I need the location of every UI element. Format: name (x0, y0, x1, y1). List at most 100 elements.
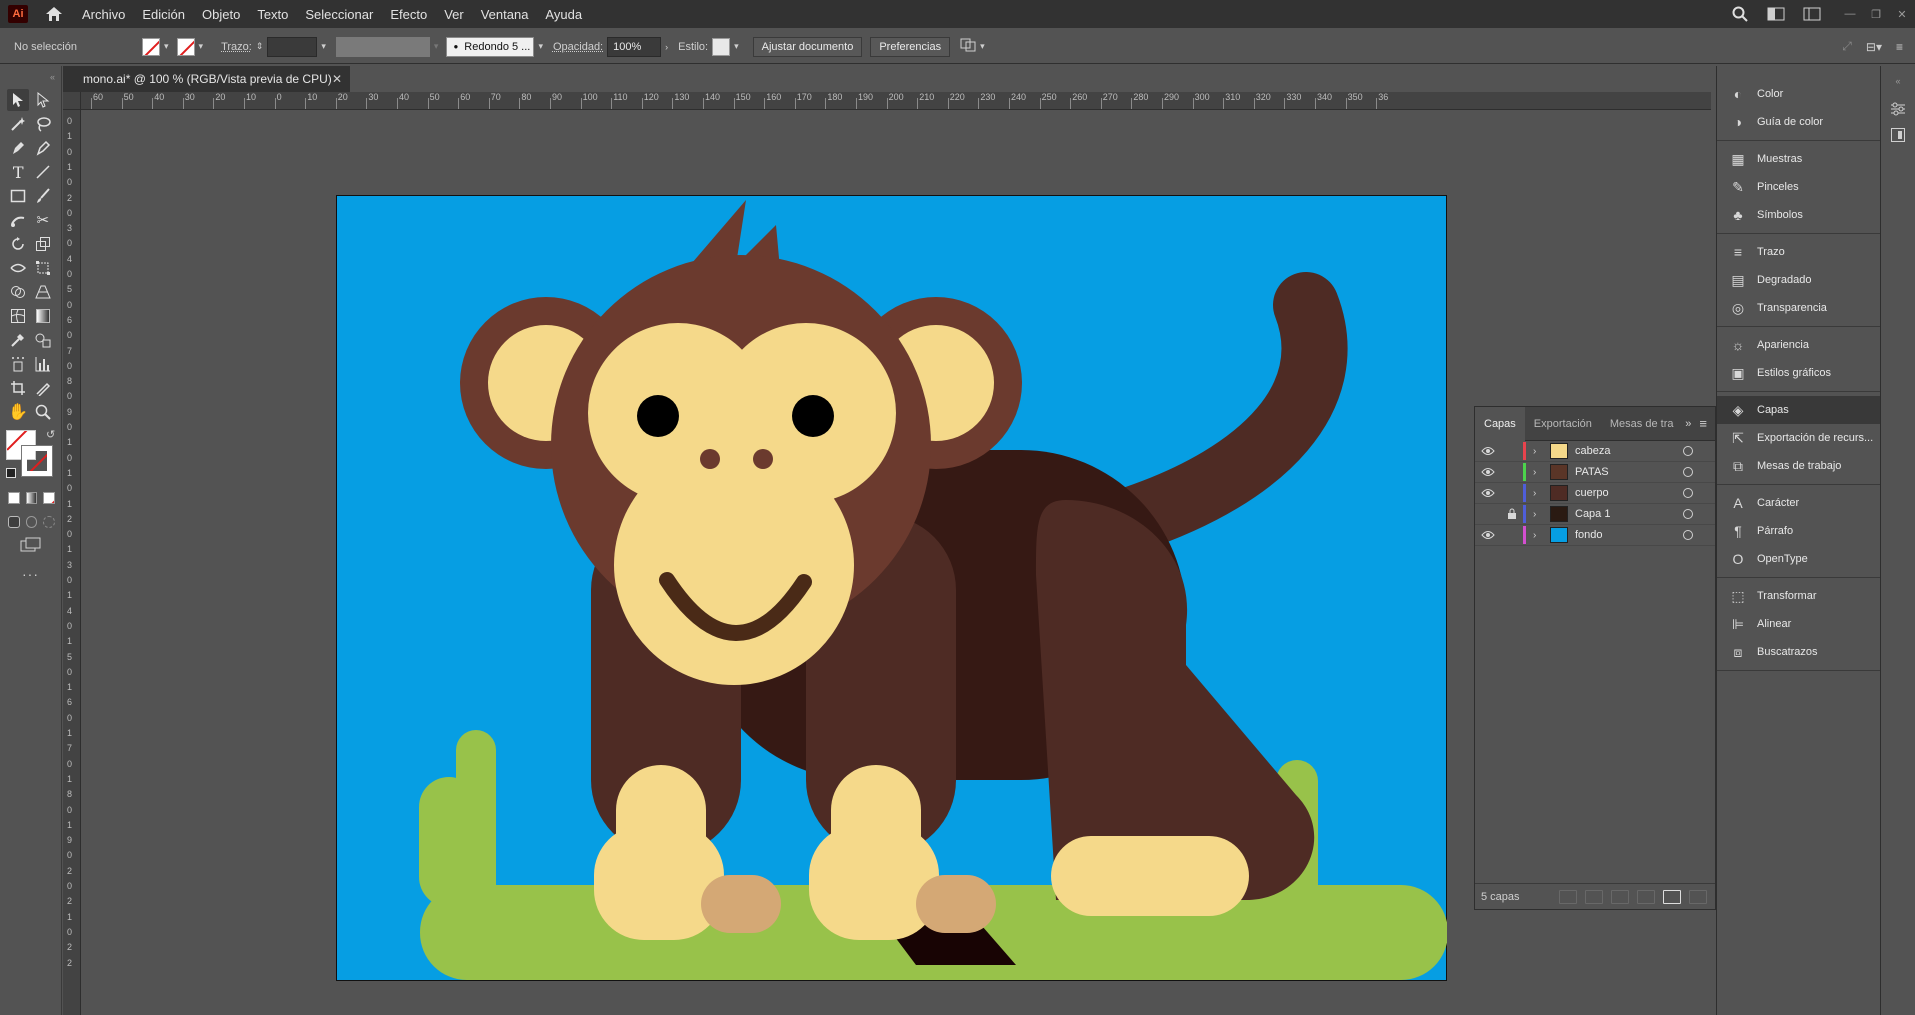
dock-item-layers[interactable]: ◈ Capas (1717, 396, 1880, 424)
layer-name[interactable]: fondo (1575, 529, 1683, 541)
curvature-tool-icon[interactable] (32, 137, 54, 159)
dock-item-align[interactable]: ⊫ Alinear (1717, 610, 1880, 638)
dock-item-character[interactable]: A Carácter (1717, 489, 1880, 517)
panel-expand-icon[interactable]: » (1685, 418, 1691, 430)
layer-row-cabeza[interactable]: › cabeza (1475, 441, 1715, 462)
layer-row-capa-1[interactable]: › Capa 1 (1475, 504, 1715, 525)
fit-document-button[interactable]: Ajustar documento (752, 36, 863, 57)
collapse-dock-icon[interactable]: « (1881, 66, 1915, 96)
paintbrush-tool-icon[interactable] (32, 185, 54, 207)
fill-swatch[interactable] (142, 37, 160, 56)
export-icon[interactable] (1559, 889, 1577, 904)
artboard[interactable] (336, 195, 1448, 981)
draw-inside-icon[interactable] (43, 516, 56, 528)
rotate-tool-icon[interactable] (7, 233, 29, 255)
menu-item-objeto[interactable]: Objeto (202, 7, 240, 22)
locate-object-icon[interactable] (1585, 889, 1603, 904)
slice-tool-icon[interactable] (32, 377, 54, 399)
mesh-tool-icon[interactable] (7, 305, 29, 327)
expand-chevron-icon[interactable]: › (1533, 488, 1547, 499)
workspace-icon[interactable] (1765, 3, 1787, 25)
preferences-button[interactable]: Preferencias (870, 36, 951, 57)
menu-item-archivo[interactable]: Archivo (82, 7, 125, 22)
canvas[interactable] (82, 111, 1711, 1015)
maximize-icon[interactable]: ❐ (1863, 0, 1889, 28)
arrange-documents-icon[interactable] (1801, 3, 1823, 25)
dock-item-color-guide[interactable]: ◑ Guía de color (1717, 108, 1880, 136)
stroke-stepper-icon[interactable]: ⇕ (256, 41, 264, 52)
scissors-tool-icon[interactable]: ✂ (32, 209, 54, 231)
visibility-eye-icon[interactable] (1475, 467, 1501, 477)
arrange-icon[interactable] (960, 38, 976, 55)
layer-name[interactable]: cuerpo (1575, 487, 1683, 499)
dock-item-opentype[interactable]: O OpenType (1717, 545, 1880, 573)
variable-width-profile[interactable] (335, 36, 430, 57)
visibility-eye-icon[interactable] (1475, 488, 1501, 498)
target-circle-icon[interactable] (1683, 530, 1693, 540)
search-icon[interactable] (1729, 3, 1751, 25)
dock-grip[interactable] (1717, 66, 1880, 76)
dock-item-artboards[interactable]: ⧉ Mesas de trabajo (1717, 452, 1880, 480)
make-clipping-mask-icon[interactable] (1611, 889, 1629, 904)
align-options-icon[interactable]: ⊟▾ (1866, 40, 1882, 54)
draw-normal-icon[interactable] (8, 516, 20, 528)
arrange-dropdown-icon[interactable]: ▾ (980, 41, 985, 52)
dock-item-pathfinder[interactable]: ⧈ Buscatrazos (1717, 638, 1880, 666)
lock-icon[interactable] (1501, 508, 1523, 520)
artboard-tool-icon[interactable] (7, 377, 29, 399)
hand-tool-icon[interactable]: ✋ (7, 401, 29, 423)
screen-mode-icon[interactable] (20, 537, 42, 556)
target-circle-icon[interactable] (1683, 488, 1693, 498)
magic-wand-tool-icon[interactable] (7, 113, 29, 135)
menu-item-efecto[interactable]: Efecto (390, 7, 427, 22)
shaper-tool-icon[interactable] (7, 209, 29, 231)
perspective-grid-tool-icon[interactable] (32, 281, 54, 303)
libraries-icon[interactable] (1881, 122, 1915, 148)
ruler-origin[interactable] (63, 92, 81, 110)
menu-item-edición[interactable]: Edición (142, 7, 185, 22)
dock-item-swatches[interactable]: ▦ Muestras (1717, 145, 1880, 173)
dock-item-stroke[interactable]: ≡ Trazo (1717, 238, 1880, 266)
layer-name[interactable]: cabeza (1575, 445, 1683, 457)
transform-again-icon[interactable]: ⤢ (1842, 39, 1852, 54)
free-transform-tool-icon[interactable] (32, 257, 54, 279)
none-mode-icon[interactable] (43, 492, 56, 504)
swap-fill-stroke-icon[interactable]: ↺ (46, 428, 55, 441)
menu-item-ayuda[interactable]: Ayuda (545, 7, 582, 22)
brush-select[interactable]: ● Redondo 5 ... (446, 36, 535, 57)
horizontal-ruler[interactable]: 60 50 40 30 20 10 0 10 20 30 40 50 60 70 80 90 100 110 120… (63, 92, 1711, 110)
collapse-toolbar-icon[interactable]: « (0, 66, 61, 88)
shape-builder-tool-icon[interactable] (7, 281, 29, 303)
stroke-swatch[interactable] (176, 37, 195, 56)
fill-dropdown-icon[interactable]: ▾ (164, 41, 169, 52)
default-colors-icon[interactable] (6, 468, 16, 478)
dock-item-transparency[interactable]: ◎ Transparencia (1717, 294, 1880, 322)
line-segment-tool-icon[interactable] (32, 161, 54, 183)
layer-name[interactable]: Capa 1 (1575, 508, 1683, 520)
lasso-tool-icon[interactable] (32, 113, 54, 135)
column-graph-tool-icon[interactable] (32, 353, 54, 375)
menu-item-texto[interactable]: Texto (257, 7, 288, 22)
dock-item-symbols[interactable]: ♣ Símbolos (1717, 201, 1880, 229)
properties-icon[interactable] (1881, 96, 1915, 122)
draw-behind-icon[interactable] (25, 516, 38, 528)
menu-item-ver[interactable]: Ver (444, 7, 464, 22)
target-circle-icon[interactable] (1683, 446, 1693, 456)
panel-menu-icon[interactable]: ≡ (1699, 416, 1707, 431)
brush-dropdown-icon[interactable]: ▾ (538, 41, 543, 52)
gradient-tool-icon[interactable] (32, 305, 54, 327)
scale-tool-icon[interactable] (32, 233, 54, 255)
opacity-input[interactable]: 100% (607, 36, 662, 57)
home-icon[interactable] (42, 2, 66, 26)
blend-tool-icon[interactable] (32, 329, 54, 351)
eyedropper-tool-icon[interactable] (7, 329, 29, 351)
pen-tool-icon[interactable] (7, 137, 29, 159)
dock-item-graphic-styles[interactable]: ▣ Estilos gráficos (1717, 359, 1880, 387)
expand-chevron-icon[interactable]: › (1533, 467, 1547, 478)
panel-options-icon[interactable]: ≡ (1896, 40, 1903, 54)
menu-item-ventana[interactable]: Ventana (481, 7, 529, 22)
expand-chevron-icon[interactable]: › (1533, 446, 1547, 457)
stroke-weight-dropdown-icon[interactable]: ▾ (321, 41, 326, 52)
visibility-eye-icon[interactable] (1475, 530, 1501, 540)
selection-tool-icon[interactable] (7, 89, 30, 111)
